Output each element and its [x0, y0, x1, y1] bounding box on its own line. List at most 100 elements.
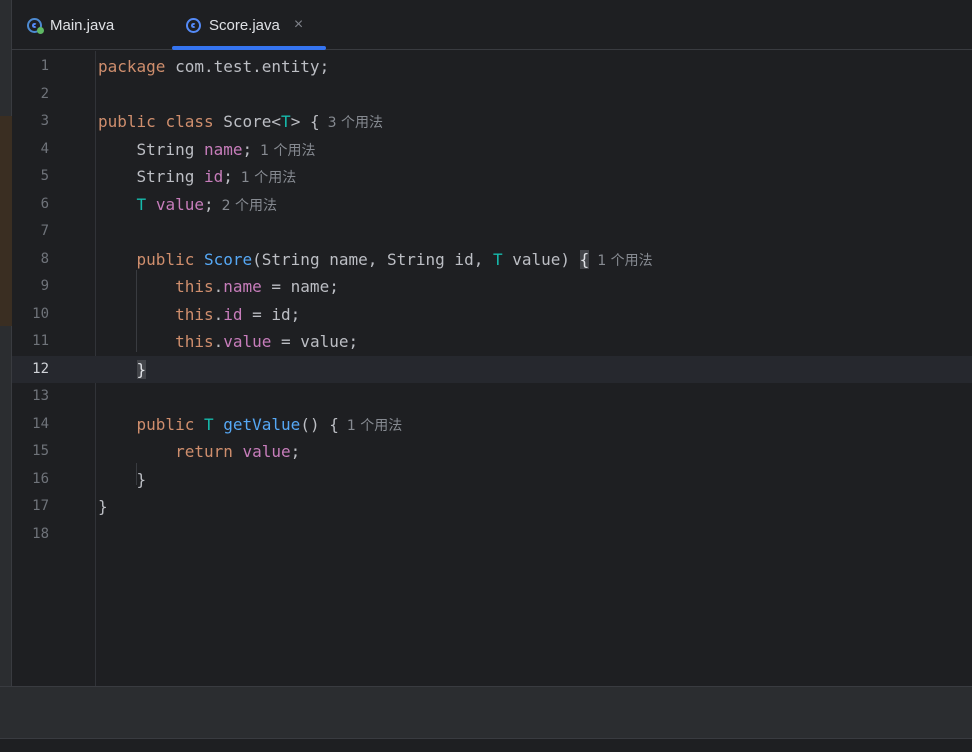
- line-number: 10: [32, 305, 49, 322]
- code-token: T: [492, 249, 503, 269]
- code-token: Score<: [213, 112, 282, 131]
- active-tab-indicator: [172, 46, 326, 50]
- code-token: package: [98, 57, 166, 76]
- change-marker: [0, 116, 12, 326]
- code-text[interactable]: this.name = name;: [98, 273, 339, 301]
- code-text[interactable]: return value;: [98, 438, 300, 466]
- usage-hint[interactable]: 1 个用法: [260, 143, 315, 159]
- code-token: value: [223, 332, 272, 351]
- code-token: = name;: [261, 277, 339, 296]
- code-token: getValue: [223, 414, 301, 434]
- code-token: id: [203, 167, 224, 186]
- code-token: name: [203, 139, 243, 159]
- bottom-strip: [0, 738, 972, 752]
- code-token: }: [98, 469, 147, 489]
- code-token: ;: [290, 442, 301, 461]
- code-line[interactable]: 4 String name; 1 个用法: [12, 136, 972, 164]
- line-number: 5: [40, 168, 49, 184]
- code-line[interactable]: 2: [12, 81, 972, 109]
- code-token: String: [98, 139, 204, 159]
- line-number: 15: [32, 443, 49, 459]
- code-text[interactable]: public T getValue() {1 个用法: [98, 411, 403, 441]
- code-line[interactable]: 17}: [12, 493, 972, 521]
- usage-hint[interactable]: 3 个用法: [328, 115, 383, 131]
- code-line[interactable]: 7: [12, 218, 972, 246]
- code-text[interactable]: package com.test.entity;: [98, 53, 329, 81]
- code-token: class: [165, 112, 214, 131]
- line-number: 7: [40, 223, 49, 239]
- code-token: name: [223, 277, 262, 296]
- code-text[interactable]: String id; 1 个用法: [98, 163, 297, 193]
- code-token: }: [136, 359, 147, 379]
- code-token: .: [213, 277, 224, 296]
- code-token: T: [281, 112, 291, 131]
- code-token: id: [223, 304, 243, 324]
- code-token: .: [213, 304, 224, 324]
- code-token: public: [98, 112, 156, 131]
- java-class-icon: [186, 17, 201, 33]
- code-token: this: [175, 332, 214, 351]
- close-icon[interactable]: ×: [294, 17, 303, 33]
- code-line[interactable]: 18: [12, 521, 972, 549]
- code-token: = id;: [242, 304, 301, 324]
- code-line[interactable]: 13: [12, 383, 972, 411]
- code-text[interactable]: }: [98, 493, 108, 521]
- code-token: value: [155, 194, 204, 214]
- code-editor-window: Main.java Score.java × 1 package com.test…: [0, 0, 972, 752]
- line-number: 4: [40, 140, 49, 157]
- usage-hint[interactable]: 1 个用法: [347, 418, 402, 434]
- code-line[interactable]: 1 package com.test.entity;: [12, 53, 972, 81]
- tab-main-java[interactable]: Main.java: [27, 0, 114, 50]
- code-text[interactable]: String name; 1 个用法: [98, 136, 316, 166]
- code-text[interactable]: public Score(String name, String id, T v…: [98, 246, 653, 276]
- line-number: 9: [40, 278, 49, 294]
- code-line[interactable]: 9 this.name = name;: [12, 273, 972, 301]
- code-text[interactable]: T value; 2 个用法: [98, 191, 277, 221]
- line-number: 16: [32, 470, 49, 487]
- code-line[interactable]: 8 public Score(String name, String id, T…: [12, 246, 972, 274]
- code-token: return: [175, 442, 233, 461]
- code-line[interactable]: 14 public T getValue() {1 个用法: [12, 411, 972, 439]
- line-number: 13: [32, 388, 49, 404]
- code-token: value): [502, 249, 580, 269]
- code-token: value: [242, 442, 291, 461]
- line-number: 17: [32, 498, 49, 514]
- code-text[interactable]: this.id = id;: [98, 301, 300, 329]
- usage-hint[interactable]: 2 个用法: [222, 198, 277, 214]
- code-line[interactable]: 5 String id; 1 个用法: [12, 163, 972, 191]
- status-bar: [0, 686, 972, 738]
- code-text[interactable]: public class Score<T> {3 个用法: [98, 108, 383, 138]
- code-line[interactable]: 16 }: [12, 466, 972, 494]
- usage-hint[interactable]: 1 个用法: [241, 170, 296, 186]
- code-token: () {: [300, 414, 339, 434]
- code-token: ;: [203, 194, 214, 214]
- java-class-run-icon: [27, 17, 44, 34]
- line-number: 18: [32, 525, 49, 542]
- code-text[interactable]: this.value = value;: [98, 328, 358, 356]
- code-line[interactable]: 11 this.value = value;: [12, 328, 972, 356]
- code-token: T: [203, 414, 214, 434]
- code-line[interactable]: 6 T value; 2 个用法: [12, 191, 972, 219]
- line-number: 14: [32, 415, 49, 432]
- code-area[interactable]: 1 package com.test.entity; 2 3 public class …: [12, 51, 972, 686]
- line-number: 8: [40, 250, 49, 267]
- code-line[interactable]: 10 this.id = id;: [12, 301, 972, 329]
- code-line[interactable]: 3 public class Score<T> {3 个用法: [12, 108, 972, 136]
- code-line[interactable]: 15 return value;: [12, 438, 972, 466]
- usage-hint[interactable]: 1 个用法: [597, 253, 652, 269]
- tab-score-java[interactable]: Score.java ×: [172, 0, 326, 50]
- code-line[interactable]: 12 }: [12, 355, 972, 384]
- code-text[interactable]: }: [98, 466, 147, 494]
- code-token: this: [175, 304, 214, 324]
- code-text[interactable]: }: [98, 356, 147, 384]
